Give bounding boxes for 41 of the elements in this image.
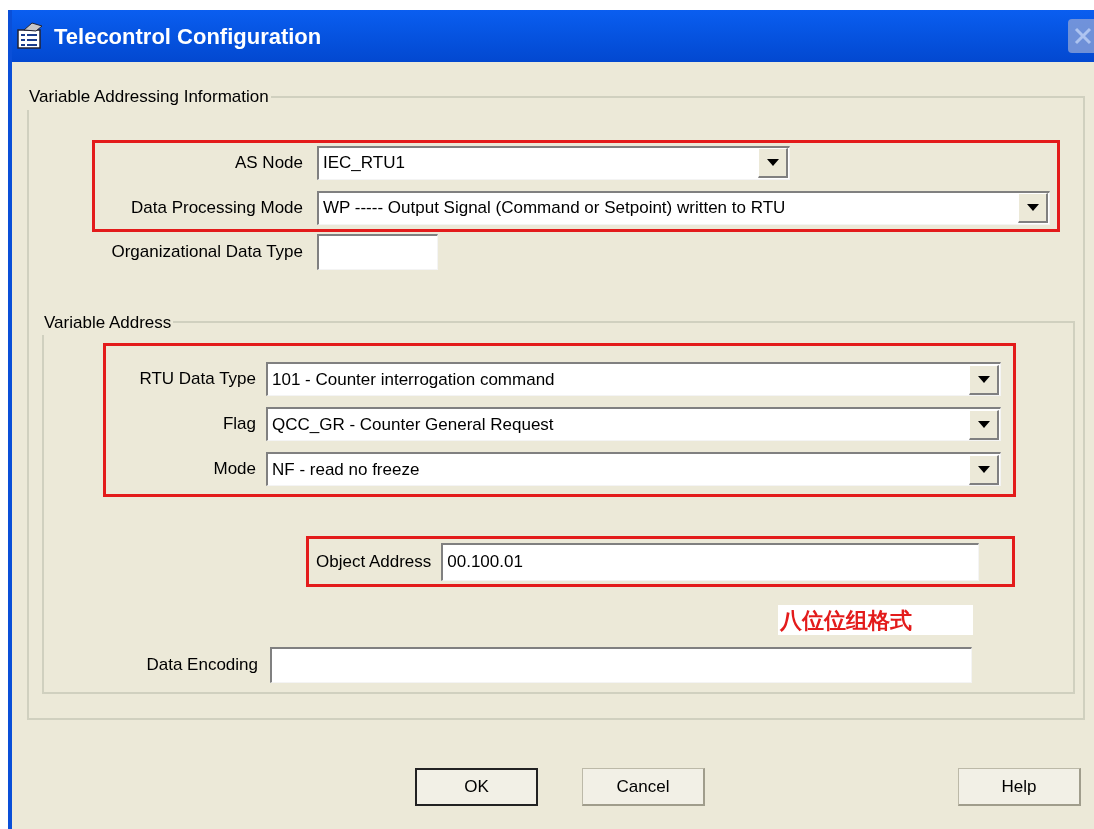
text-field[interactable] [317, 233, 438, 270]
dropdown-value: QCC_GR - Counter General Request [272, 413, 554, 436]
text-field[interactable] [270, 647, 972, 683]
dropdown-value: NF - read no freeze [272, 458, 420, 481]
dropdown[interactable]: IEC_RTU1 [317, 145, 790, 180]
field-label: Data Encoding [146, 654, 258, 677]
dropdown-arrow-button[interactable] [969, 409, 999, 440]
dialog-button[interactable]: Help [958, 768, 1081, 806]
dropdown-value: WP ----- Output Signal (Command or Setpoint) written to RTU [323, 197, 786, 220]
caret-down-icon [766, 159, 779, 166]
window-title: Telecontrol Configuration [54, 22, 322, 51]
field-label: Flag [222, 413, 256, 436]
dropdown[interactable]: NF - read no freeze [266, 452, 1001, 486]
group-label: Variable Address [44, 312, 172, 332]
dropdown-arrow-button[interactable] [1018, 193, 1048, 223]
dropdown-arrow-button[interactable] [969, 364, 999, 395]
text-field[interactable]: 00.100.01 [441, 542, 980, 581]
dropdown-arrow-button[interactable] [758, 148, 788, 178]
field-label: Object Address [316, 550, 432, 573]
form-icon [16, 22, 44, 50]
caret-down-icon [1026, 204, 1039, 211]
field-label: Organizational Data Type [111, 240, 303, 263]
close-icon [1074, 27, 1092, 45]
field-label: Mode [213, 458, 256, 481]
dialog-button[interactable]: Cancel [582, 768, 705, 806]
group-label: Variable Addressing Information [29, 87, 269, 106]
dropdown-value: IEC_RTU1 [323, 152, 405, 175]
dropdown-arrow-button[interactable] [969, 454, 999, 485]
dropdown[interactable]: 101 - Counter interrogation command [266, 362, 1001, 396]
field-label: RTU Data Type [139, 368, 256, 391]
caret-down-icon [977, 420, 990, 428]
dropdown-value: 101 - Counter interrogation command [272, 368, 555, 391]
dropdown[interactable]: WP ----- Output Signal (Command or Setpoint) written to RTU [317, 190, 1050, 225]
caret-down-icon [977, 465, 990, 473]
field-label: Data Processing Mode [131, 196, 303, 219]
field-value: 00.100.01 [447, 551, 523, 574]
annotation-note: 八位位组格式 [780, 606, 912, 635]
caret-down-icon [977, 375, 990, 383]
dropdown[interactable]: QCC_GR - Counter General Request [266, 407, 1001, 441]
dialog-button[interactable]: OK [415, 768, 538, 806]
field-label: AS Node [234, 151, 303, 174]
